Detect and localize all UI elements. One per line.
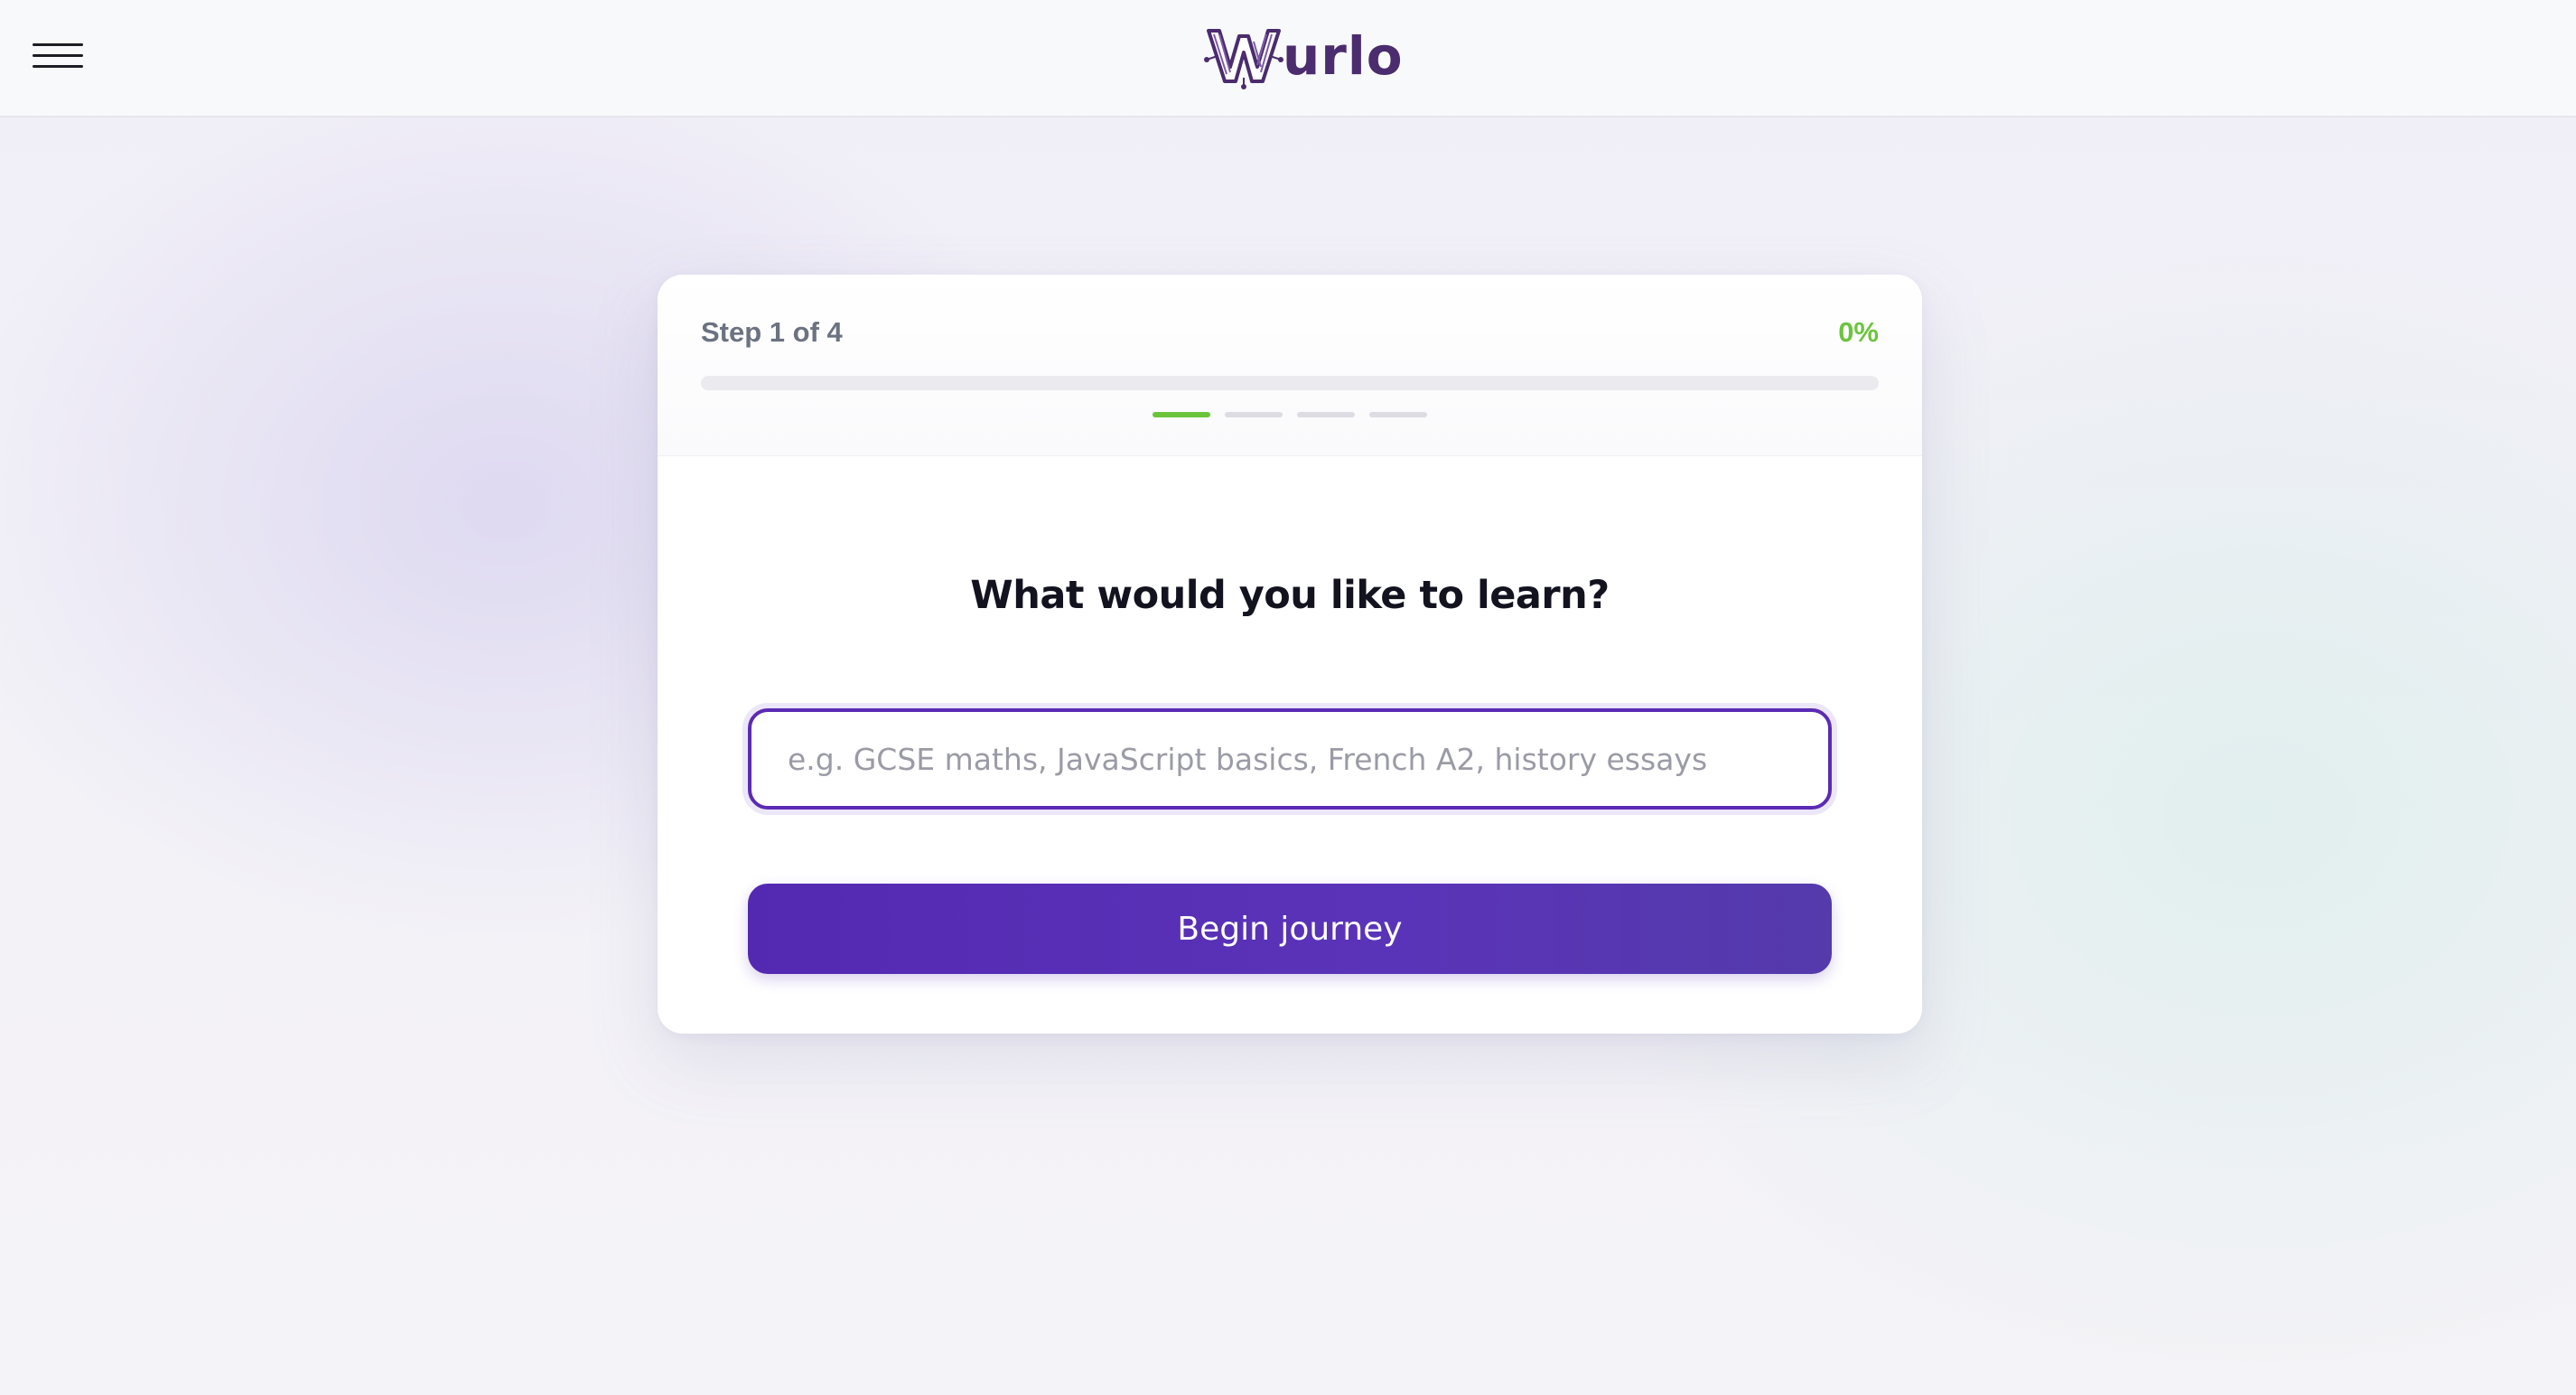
learning-topic-input[interactable] <box>748 708 1832 810</box>
step-dot-1 <box>1153 412 1210 417</box>
step-dot-2 <box>1225 412 1283 417</box>
progress-bar <box>701 376 1879 390</box>
onboarding-card: Step 1 of 4 0% What would you like to le… <box>658 275 1922 1034</box>
step-indicator <box>658 412 1922 417</box>
step-dot-4 <box>1369 412 1427 417</box>
begin-journey-button[interactable]: Begin journey <box>748 884 1832 974</box>
progress-header: Step 1 of 4 0% <box>658 275 1922 456</box>
hamburger-menu-icon[interactable] <box>27 34 90 80</box>
page-title: What would you like to learn? <box>970 572 1610 618</box>
wurlo-logo[interactable]: urlo <box>1201 22 1404 90</box>
logo-text: urlo <box>1283 25 1404 87</box>
top-bar: urlo <box>0 0 2576 117</box>
step-dot-3 <box>1297 412 1355 417</box>
logo-mark-icon <box>1204 29 1283 89</box>
progress-percent: 0% <box>1838 316 1879 348</box>
step-label: Step 1 of 4 <box>701 316 843 348</box>
